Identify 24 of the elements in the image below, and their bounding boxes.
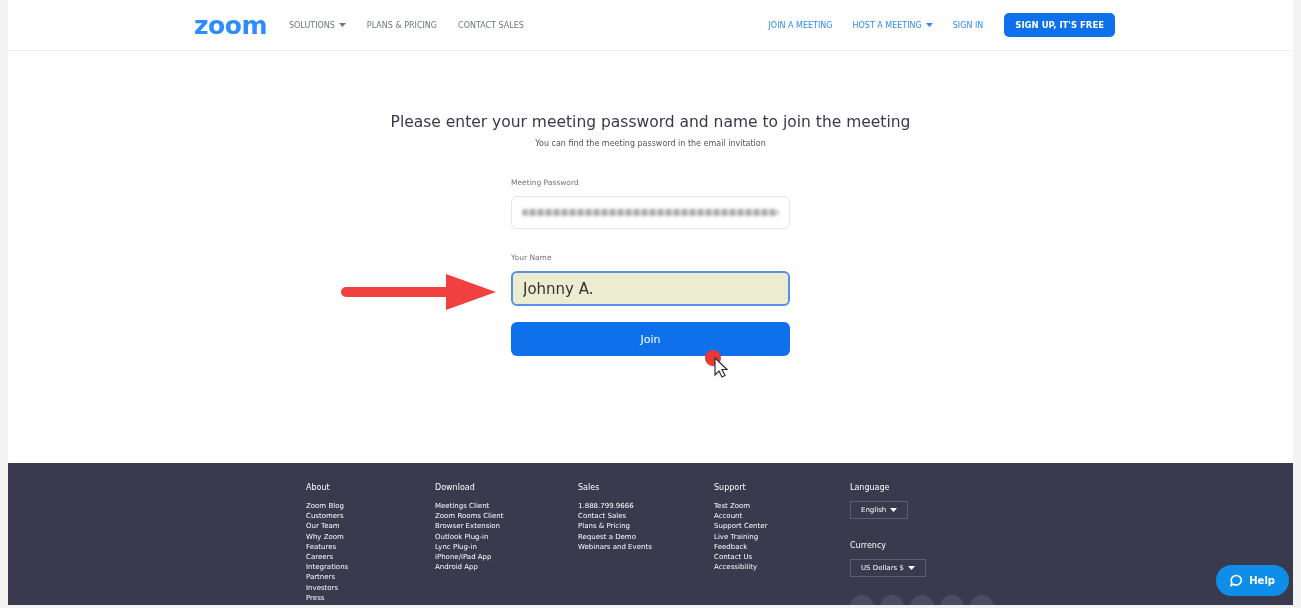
nav-link[interactable]: JOIN A MEETING [768, 20, 833, 30]
footer-heading: Download [435, 483, 476, 492]
name-field[interactable]: Johnny A. [511, 271, 790, 306]
caret-icon [338, 23, 346, 27]
password-field[interactable] [511, 196, 790, 229]
nav-link[interactable]: SOLUTIONS [288, 20, 346, 30]
caret-icon [925, 23, 933, 27]
cursor-icon [703, 348, 729, 378]
footer-heading: Language [850, 483, 891, 492]
form-subtitle: You can find the meeting password in the email invitation [535, 139, 766, 148]
footer-heading: Support [714, 483, 747, 492]
nav-link[interactable]: HOST A MEETING [852, 20, 933, 30]
chat-icon [1230, 574, 1244, 587]
nav-link[interactable]: CONTACT SALES [458, 20, 524, 30]
footer-heading: Sales [578, 483, 601, 492]
footer-heading: About [306, 483, 331, 492]
caret-icon [907, 566, 915, 570]
nav-link[interactable]: SIGN IN [952, 20, 984, 30]
nav-link[interactable]: PLANS & PRICING [366, 20, 438, 30]
signup-button[interactable]: SIGN UP, IT'S FREE [1004, 13, 1115, 37]
caret-icon [890, 508, 898, 512]
footer-heading: Currency [850, 541, 888, 550]
join-button[interactable]: Join [511, 322, 790, 356]
form-title: Please enter your meeting password and name to join the meeting [390, 113, 911, 131]
